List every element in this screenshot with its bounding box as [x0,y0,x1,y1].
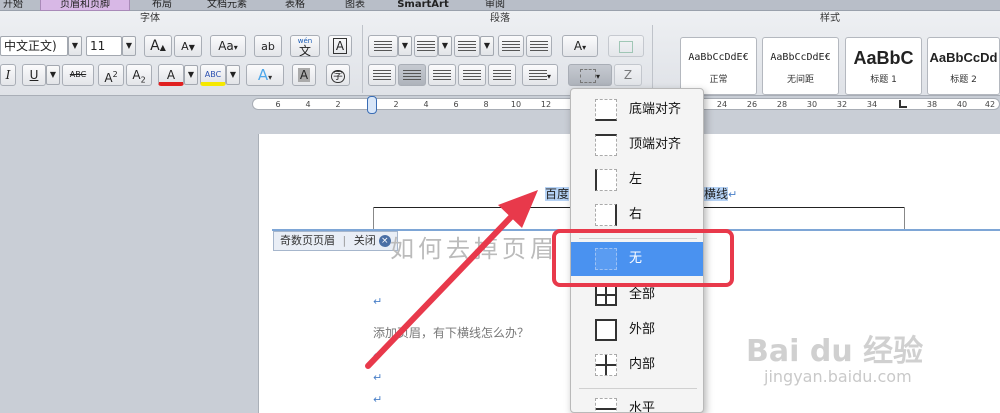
arrow-icon [365,190,538,369]
